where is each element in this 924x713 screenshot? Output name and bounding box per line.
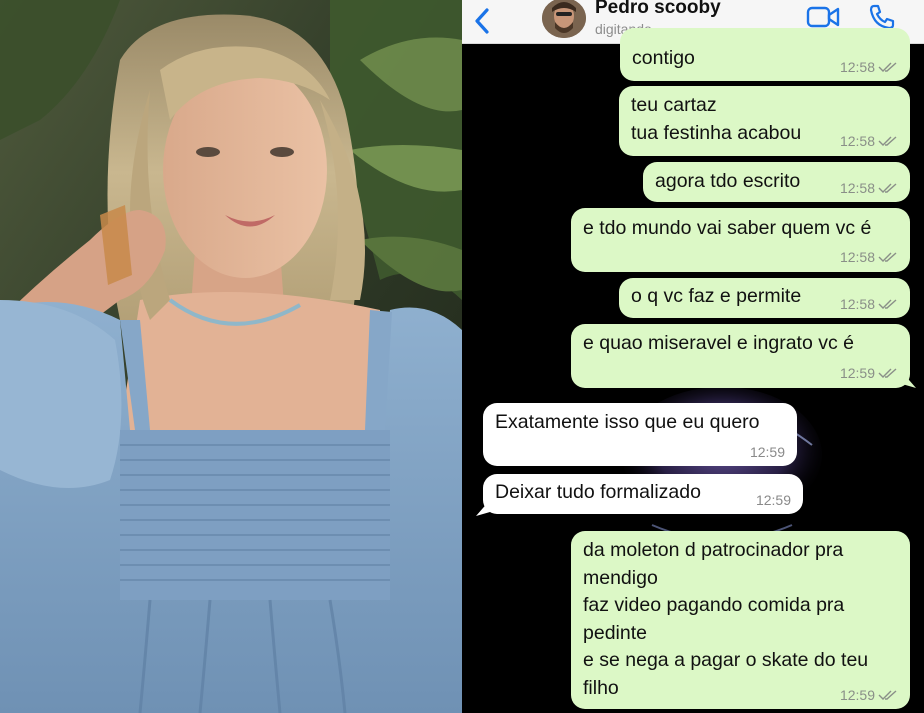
chat-panel: Pedro scooby digitando... contigo 12:58 … (462, 0, 924, 713)
message-text: agora tdo escrito (655, 170, 801, 192)
double-check-icon (878, 690, 897, 700)
message-time: 12:58 (840, 249, 898, 265)
message-time: 12:58 (840, 180, 898, 196)
message-bubble-outgoing[interactable]: e tdo mundo vai saber quem vc é 12:58 (571, 208, 910, 272)
photo-panel (0, 0, 462, 713)
message-bubble-outgoing[interactable]: teu cartaz tua festinha acabou 12:58 (619, 86, 910, 156)
double-check-icon (878, 62, 897, 72)
message-time: 12:59 (755, 492, 791, 508)
double-check-icon (878, 183, 897, 193)
bubble-tail (902, 372, 916, 388)
message-time: 12:59 (840, 687, 898, 703)
video-camera-icon[interactable] (806, 5, 840, 29)
message-bubble-outgoing[interactable]: da moleton d patrocinador pra mendigo fa… (571, 531, 910, 709)
message-bubble-outgoing[interactable]: o q vc faz e permite 12:58 (619, 278, 910, 318)
message-time: 12:58 (840, 133, 898, 149)
message-bubble-outgoing[interactable]: contigo 12:58 (620, 28, 910, 81)
double-check-icon (878, 368, 897, 378)
double-check-icon (878, 252, 897, 262)
double-check-icon (878, 299, 897, 309)
message-bubble-incoming[interactable]: Exatamente isso que eu quero 12:59 (483, 403, 797, 466)
woman-photo (0, 0, 462, 713)
message-bubble-outgoing[interactable]: e quao miseravel e ingrato vc é 12:59 (571, 324, 910, 388)
message-text: contigo (632, 47, 695, 69)
message-text: Deixar tudo formalizado (495, 481, 701, 503)
message-text: o q vc faz e permite (631, 285, 802, 307)
avatar-image (542, 0, 586, 38)
message-time: 12:58 (840, 296, 898, 312)
message-bubble-incoming[interactable]: Deixar tudo formalizado 12:59 (483, 474, 803, 514)
message-time: 12:58 (840, 59, 898, 75)
message-bubble-outgoing[interactable]: agora tdo escrito 12:58 (643, 162, 910, 202)
message-time: 12:59 (749, 444, 785, 460)
message-time: 12:59 (840, 365, 898, 381)
bubble-tail (476, 500, 490, 516)
avatar[interactable] (542, 0, 586, 38)
message-text: e quao miseravel e ingrato vc é (583, 332, 854, 354)
message-text: e tdo mundo vai saber quem vc é (583, 217, 872, 239)
contact-name[interactable]: Pedro scooby (595, 0, 721, 19)
message-text: Exatamente isso que eu quero (495, 411, 760, 433)
chevron-left-icon[interactable] (472, 6, 492, 36)
double-check-icon (878, 136, 897, 146)
message-text: da moleton d patrocinador pra mendigo fa… (583, 539, 869, 699)
message-text: teu cartaz tua festinha acabou (631, 94, 802, 144)
phone-icon[interactable] (868, 3, 896, 31)
